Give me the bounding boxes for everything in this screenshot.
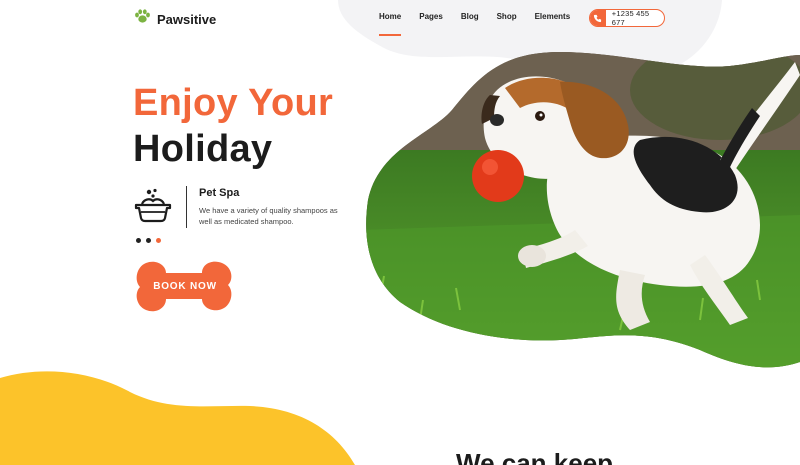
phone-icon — [590, 10, 606, 26]
service-title: Pet Spa — [199, 187, 240, 199]
service-divider — [186, 186, 187, 228]
hero-title-line2: Holiday — [133, 128, 273, 170]
yellow-blob — [0, 371, 355, 465]
brand-name: Pawsitive — [157, 11, 217, 27]
nav-blog[interactable]: Blog — [452, 12, 488, 36]
section-heading: We can keep — [456, 448, 614, 465]
brand-logo[interactable]: Pawsitive — [134, 8, 216, 30]
phone-button[interactable]: +1235 455 677 — [589, 9, 665, 27]
pet-bath-icon — [134, 188, 172, 229]
book-now-button[interactable]: BOOK NOW — [132, 259, 236, 314]
hero-photo — [366, 52, 800, 368]
slider-dot-3[interactable] — [156, 238, 161, 243]
service-description: We have a variety of quality shampoos as… — [199, 206, 338, 226]
slider-dot-2[interactable] — [146, 238, 151, 243]
nav-home[interactable]: Home — [370, 12, 410, 36]
paw-icon — [134, 8, 151, 30]
slider-dot-1[interactable] — [136, 238, 141, 243]
slider-dots — [136, 238, 161, 243]
book-now-label: BOOK NOW — [153, 281, 217, 292]
nav-pages[interactable]: Pages — [410, 12, 452, 36]
nav-shop[interactable]: Shop — [488, 12, 526, 36]
hero-background — [0, 0, 800, 465]
phone-number: +1235 455 677 — [611, 9, 650, 27]
nav-elements[interactable]: Elements — [526, 12, 580, 36]
hero-title-line1: Enjoy Your — [133, 82, 334, 124]
main-nav: Home Pages Blog Shop Elements — [370, 12, 579, 36]
